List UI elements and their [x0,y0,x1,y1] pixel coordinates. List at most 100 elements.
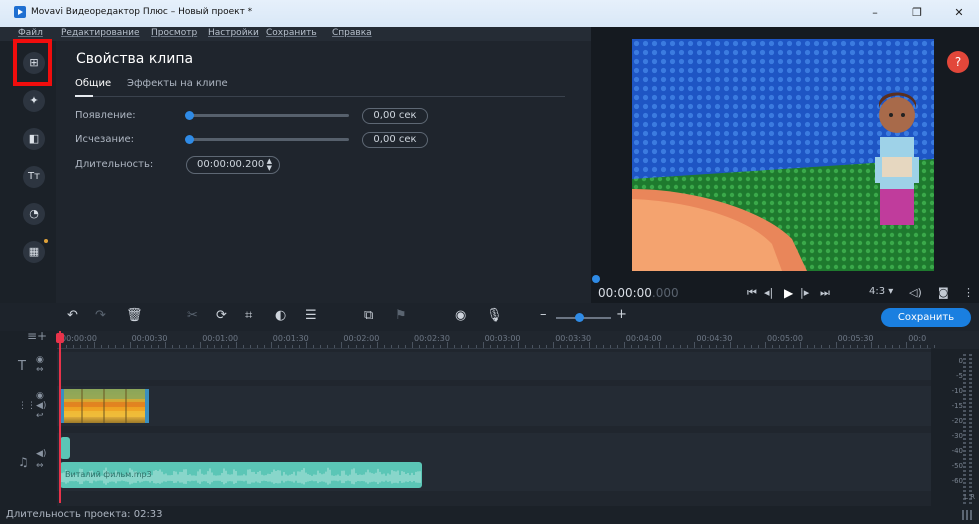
microphone-icon[interactable]: 🎙 [486,308,503,323]
ruler-tick [673,345,675,348]
audio-clip[interactable]: Виталий фильм.mp3 [60,462,422,488]
color-adjust-icon[interactable]: ◐ [275,308,286,323]
next-frame-icon[interactable]: |▸ [800,286,809,299]
delete-icon[interactable]: 🗑 [126,308,143,323]
clip-properties-panel: Свойства клипа Общие Эффекты на клипе По… [56,41,591,303]
ruler-time-label: 00:03:30 [555,334,592,343]
more-options-icon[interactable]: ⋮ [963,286,974,299]
vu-scale-label: -30 [951,432,963,440]
ruler-tick [242,345,244,348]
ruler-tick [920,345,922,348]
ruler-tick [609,345,611,348]
ruler-tick [680,345,682,348]
filters-icon[interactable]: ◔ [23,203,45,225]
playhead[interactable] [59,331,61,503]
visibility-icon[interactable]: ◉ [36,355,44,365]
ruler-time-label: 00:00:30 [131,334,168,343]
magic-wand-icon[interactable]: ✦ [23,90,45,112]
menu-save[interactable]: Сохранить [266,28,317,38]
zoom-slider-handle[interactable] [575,313,584,322]
go-to-start-icon[interactable]: ⏮ [747,286,757,300]
fade-out-slider[interactable] [187,138,349,141]
ruler-tick [207,345,209,348]
ruler-tick [341,342,343,348]
menu-help[interactable]: Справка [332,28,372,38]
undo-icon[interactable]: ↶ [67,308,78,323]
ruler-tick [256,345,258,348]
aspect-ratio-select[interactable]: 4:3 ▾ [869,286,893,297]
mute-icon[interactable]: ◀) [36,401,46,411]
clip-properties-icon[interactable]: ☰ [305,308,317,323]
ruler-tick [263,345,265,348]
ruler-tick [913,345,915,348]
more-tools-icon[interactable]: ▦ [23,241,45,263]
titles-icon[interactable]: Tт [23,166,45,188]
volume-icon[interactable]: ◁) [909,286,922,299]
audio-clip-small[interactable] [60,437,70,459]
zoom-in-button[interactable]: + [616,307,627,322]
cut-icon[interactable]: ✂ [187,308,198,323]
ruler-tick [383,345,385,348]
ruler-tick [885,345,887,348]
zoom-out-button[interactable]: – [540,307,547,322]
menu-edit[interactable]: Редактирование [61,28,140,38]
ruler-time-label: 00:02:30 [414,334,450,343]
vu-scale-label: -10 [951,387,963,395]
ruler-tick [708,345,710,348]
window-title: Movavi Видеоредактор Плюс – Новый проект… [31,7,253,17]
preview-scrubber-handle[interactable] [592,275,600,283]
fade-in-slider[interactable] [187,114,349,117]
link-icon[interactable]: ↩ [36,411,44,421]
tab-general[interactable]: Общие [75,78,111,89]
link-icon[interactable]: ⇔ [36,461,44,471]
ruler-tick [772,345,774,348]
visibility-icon[interactable]: ◉ [36,391,44,401]
ruler-tick [652,345,654,348]
go-to-end-icon[interactable]: ⏭ [820,286,830,300]
rotate-icon[interactable]: ⟳ [216,308,227,323]
crop-icon[interactable]: ⌗ [245,308,252,323]
fade-out-slider-handle[interactable] [185,135,194,144]
overlay-icon[interactable]: ⧉ [364,308,373,323]
save-button[interactable]: Сохранить [881,308,971,327]
link-icon[interactable]: ⇔ [36,365,44,375]
mute-icon[interactable]: ◀) [36,449,46,459]
transitions-icon[interactable]: ◧ [23,128,45,150]
video-clip[interactable] [60,389,149,423]
menu-view[interactable]: Просмотр [151,28,197,38]
fade-in-value[interactable]: 0,00 сек [362,108,428,124]
ruler-tick [143,345,145,348]
previous-frame-icon[interactable]: ◂| [764,286,773,299]
fade-out-value[interactable]: 0,00 сек [362,132,428,148]
help-button[interactable]: ? [947,51,969,73]
ruler-tick [284,345,286,348]
maximize-button[interactable]: ❐ [902,4,932,22]
title-track[interactable] [57,352,931,380]
menu-file[interactable]: Файл [18,28,43,38]
ruler-tick [397,345,399,348]
record-webcam-icon[interactable]: ◉ [455,308,466,323]
camera-snapshot-icon[interactable]: ◙ [938,286,949,299]
duration-stepper-icon[interactable]: ▲ ▼ [267,158,272,172]
fade-in-slider-handle[interactable] [185,111,194,120]
ruler-tick [560,345,562,348]
play-icon[interactable]: ▶ [784,286,793,300]
redo-icon[interactable]: ↷ [95,308,106,323]
close-button[interactable]: ✕ [944,4,974,22]
panel-title: Свойства клипа [76,51,194,67]
video-track[interactable] [57,386,931,426]
menu-settings[interactable]: Настройки [208,28,259,38]
resize-grip-icon[interactable] [962,510,972,520]
ruler-tick [595,345,597,348]
minimize-button[interactable]: – [860,4,890,22]
add-track-icon[interactable]: ≡+ [27,329,47,343]
tab-clip-effects[interactable]: Эффекты на клипе [127,78,228,89]
ruler-time-label: 00:04:30 [696,334,733,343]
vu-bar-right [969,354,972,504]
duration-label: Длительность: [75,159,154,170]
duration-field[interactable]: 00:00:00.200 ▲ ▼ [186,156,280,174]
playhead-handle[interactable] [56,333,64,343]
time-ruler[interactable]: 00:00:00 00:00:30 00:01:00 00:01:30 00:02:00… [57,331,936,349]
ruler-tick [757,345,759,348]
marker-flag-icon[interactable]: ⚑ [395,308,407,323]
